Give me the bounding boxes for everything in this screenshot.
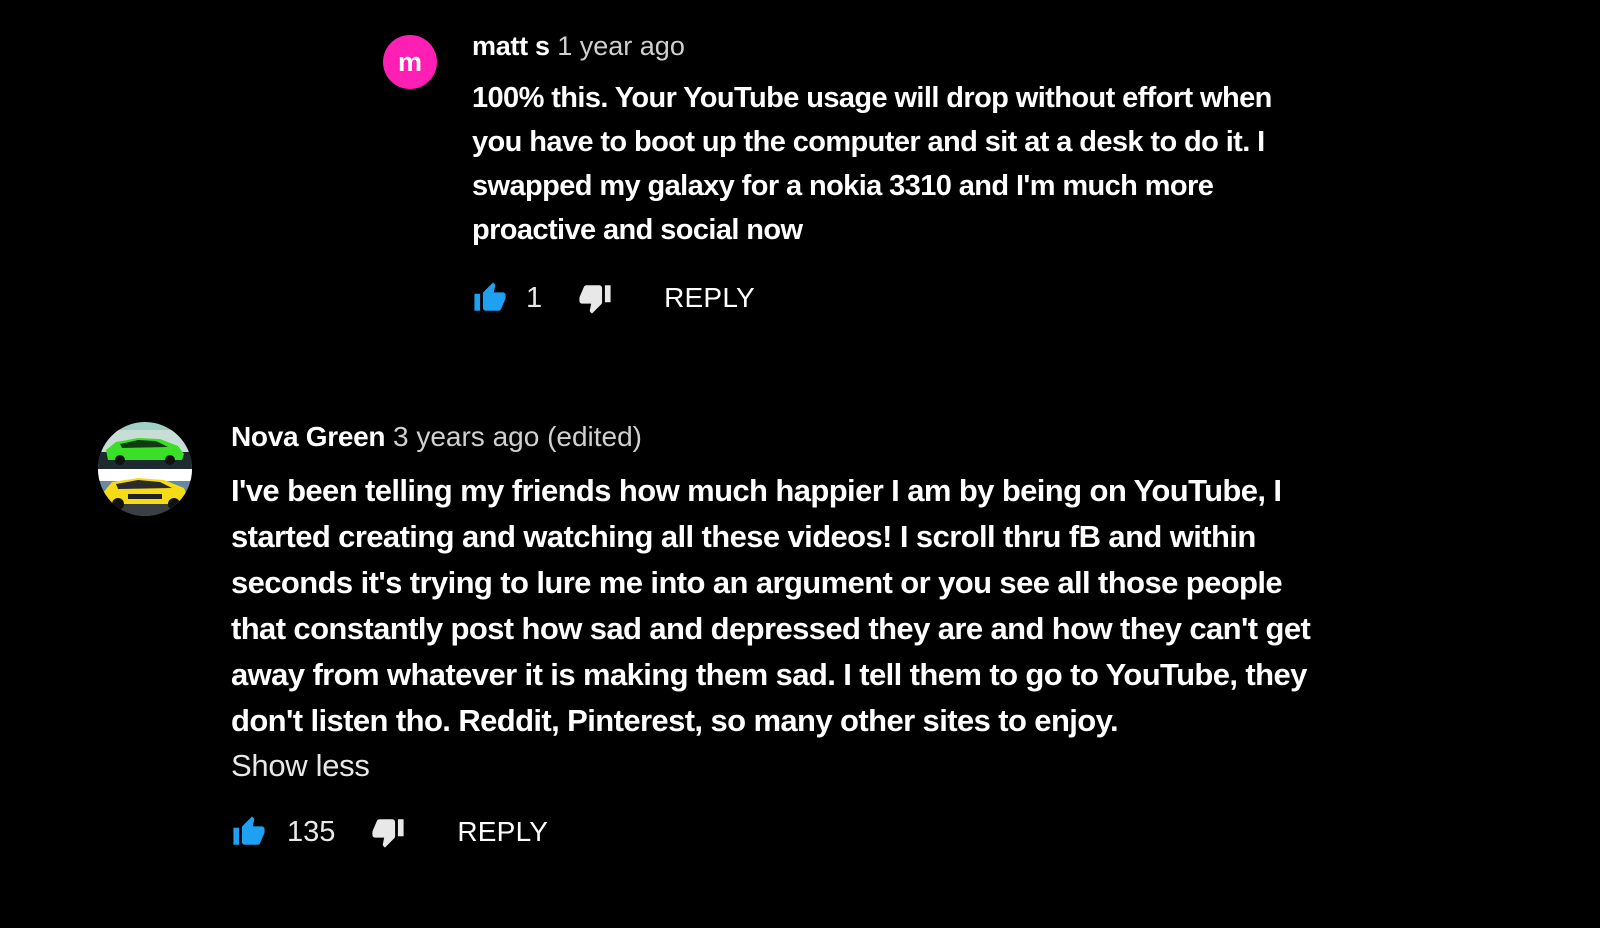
like-count: 1 (526, 281, 543, 314)
car-avatar-image (98, 422, 192, 516)
author-name[interactable]: matt s (472, 31, 550, 61)
dislike-button[interactable] (371, 815, 405, 849)
reply-button[interactable]: REPLY (664, 282, 755, 314)
comment-text: I've been telling my friends how much ha… (231, 473, 1311, 738)
avatar[interactable]: m (383, 35, 437, 89)
thumbs-up-icon (474, 282, 506, 311)
comment-actions: 135 REPLY (231, 812, 1341, 852)
comment-time[interactable]: 1 year ago (557, 31, 685, 61)
thumbs-up-icon (233, 816, 265, 845)
reply-button[interactable]: REPLY (457, 816, 548, 848)
avatar-letter: m (397, 46, 422, 77)
comment-time[interactable]: 3 years ago (edited) (393, 421, 642, 452)
comment-actions: 1 REPLY (472, 278, 1352, 318)
like-button[interactable] (472, 281, 508, 315)
author-name[interactable]: Nova Green (231, 421, 385, 452)
comment-body: Nova Green 3 years ago (edited) I've bee… (231, 420, 1341, 852)
car-avatar[interactable] (98, 422, 192, 516)
thumbs-down-icon (372, 819, 404, 848)
thumbs-down-icon (579, 285, 611, 314)
like-button[interactable] (231, 815, 267, 849)
like-count: 135 (287, 815, 336, 848)
comment-text: 100% this. Your YouTube usage will drop … (472, 82, 1272, 246)
comment-body: matt s 1 year ago 100% this. Your YouTub… (472, 30, 1352, 318)
dislike-button[interactable] (578, 281, 612, 315)
show-less-link[interactable]: Show less (231, 748, 1341, 784)
comment-header: matt s 1 year ago (472, 30, 1352, 76)
comment-header: Nova Green 3 years ago (edited) (231, 420, 1341, 468)
